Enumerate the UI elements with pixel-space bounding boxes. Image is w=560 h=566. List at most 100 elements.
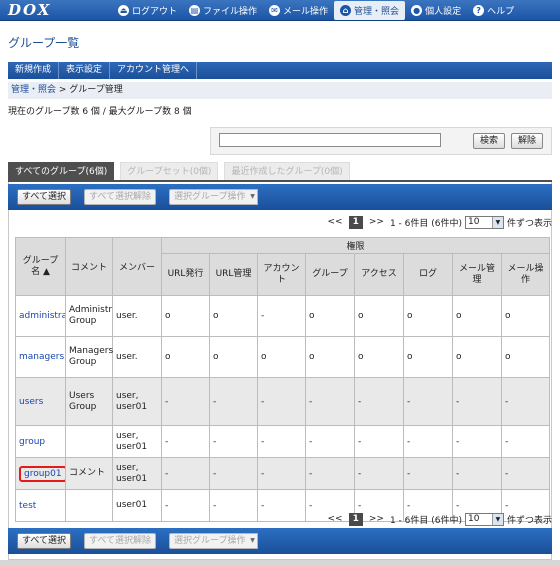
perm-cell: o (500, 295, 551, 337)
bottom-scroll-strip (0, 560, 560, 566)
pager-current-page[interactable]: 1 (348, 512, 363, 526)
chevron-down-icon[interactable]: ▼ (248, 533, 258, 549)
per-page-suffix: 件ずつ表示 (506, 515, 552, 526)
app-logo[interactable]: DOX (8, 1, 51, 19)
perm-cell: - (452, 457, 502, 490)
per-page-select[interactable]: 10 ▼ (464, 215, 504, 229)
perm-header: URL発行 (161, 253, 210, 296)
search-button[interactable]: 検索 (473, 133, 505, 149)
group-name-cell: managers (15, 336, 66, 378)
menu-account-manage[interactable]: アカウント管理へ (110, 62, 198, 79)
select-all-button[interactable]: すべて選択 (17, 189, 72, 205)
nav-admin[interactable]: ⌂ 管理・照会 (334, 1, 406, 20)
action-menu: 新規作成 表示設定 アカウント管理へ (8, 62, 552, 79)
col-header-members: メンバー (112, 237, 162, 296)
table-row: users Users Group user, user01 - - - - -… (15, 377, 551, 426)
user-icon: ● (411, 5, 423, 16)
perm-cell: - (161, 425, 210, 458)
nav-help[interactable]: ? ヘルプ (467, 0, 520, 21)
main-nav: ⏏ ログアウト ▤ ファイル操作 ✉ メール操作 ⌂ 管理・照会 ● 個人設定 … (112, 0, 520, 21)
tab-all-groups[interactable]: すべてのグループ(6個) (8, 162, 115, 180)
perm-cell: o (500, 336, 551, 378)
perm-cell: - (500, 457, 551, 490)
group-name-link[interactable]: administra (19, 311, 65, 321)
perm-cell: - (209, 489, 258, 522)
clear-button[interactable]: 解除 (511, 133, 543, 149)
perm-header: ログ (403, 253, 453, 296)
perm-cell: - (257, 489, 306, 522)
pager-prev[interactable]: << (328, 514, 343, 524)
group-operation-dropdown[interactable]: 選択グループ操作 (169, 189, 251, 205)
perm-cell: - (500, 425, 551, 458)
col-header-permissions: 権限 (160, 237, 551, 254)
nav-file-ops[interactable]: ▤ ファイル操作 (183, 0, 263, 21)
perm-cell: o (209, 336, 258, 378)
perm-cell: o (161, 336, 210, 378)
perm-header: メール操作 (500, 253, 551, 296)
search-area: 検索 解除 (210, 127, 552, 155)
help-icon: ? (473, 5, 485, 16)
col-header-group-name[interactable]: グループ名 ▲ (15, 237, 66, 296)
breadcrumb-link-admin[interactable]: 管理・照会 (11, 85, 56, 95)
perm-cell: - (209, 457, 258, 490)
perm-cell: - (305, 425, 355, 458)
members-cell: user01 (112, 489, 162, 522)
perm-cell: - (257, 457, 306, 490)
sort-asc-icon: ▲ (42, 266, 50, 277)
comment-cell: Administr Group (65, 295, 113, 337)
deselect-all-button[interactable]: すべて選択解除 (84, 533, 157, 549)
table-row: managers Managers Group user. o o o o o … (15, 336, 551, 378)
perm-header: グループ (305, 253, 355, 296)
perm-cell: - (452, 377, 502, 426)
per-page-select[interactable]: 10 ▼ (464, 512, 504, 526)
comment-cell: コメント (65, 457, 113, 490)
group-name-link[interactable]: group (19, 437, 45, 447)
group-name-link[interactable]: users (19, 397, 43, 407)
perm-header: URL管理 (209, 253, 258, 296)
perm-cell: - (452, 425, 502, 458)
pager-range: 1 - 6件目 (6件中) (389, 515, 462, 526)
tab-group-sets[interactable]: グループセット(0個) (120, 162, 219, 180)
perm-cell: - (209, 425, 258, 458)
chevron-down-icon[interactable]: ▼ (248, 189, 258, 205)
pager-current-page[interactable]: 1 (348, 215, 363, 229)
group-name-link-highlighted[interactable]: group01 (19, 465, 65, 482)
nav-personal-settings[interactable]: ● 個人設定 (405, 0, 467, 21)
nav-label: メール操作 (283, 7, 329, 17)
pager-prev[interactable]: << (328, 217, 343, 227)
perm-cell: - (305, 457, 355, 490)
perm-cell: o (209, 295, 258, 337)
menu-display-settings[interactable]: 表示設定 (59, 62, 111, 79)
perm-cell: - (305, 377, 355, 426)
nav-label: ファイル操作 (203, 7, 258, 17)
perm-cell: - (354, 457, 404, 490)
perm-cell: o (452, 295, 502, 337)
members-cell: user. (112, 295, 162, 337)
group-table: グループ名 ▲ コメント メンバー 権限 URL発行 URL管理 アカウント グ… (15, 237, 551, 522)
group-name-link[interactable]: managers (19, 352, 64, 362)
perm-cell: - (257, 425, 306, 458)
deselect-all-button[interactable]: すべて選択解除 (84, 189, 157, 205)
perm-header: アクセス (354, 253, 404, 296)
nav-logout[interactable]: ⏏ ログアウト (112, 0, 183, 21)
perm-cell: - (161, 377, 210, 426)
bottom-action-bar: すべて選択 すべて選択解除 選択グループ操作 ▼ (8, 528, 552, 554)
comment-cell (65, 489, 113, 522)
search-input[interactable] (219, 133, 441, 147)
pager-bottom: << 1 >> 1 - 6件目 (6件中) 10 ▼ 件ずつ表示 (328, 511, 552, 527)
perm-cell: - (257, 295, 306, 337)
group-operation-dropdown[interactable]: 選択グループ操作 (169, 533, 251, 549)
perm-cell: - (354, 425, 404, 458)
select-all-button[interactable]: すべて選択 (17, 533, 72, 549)
pager-next[interactable]: >> (369, 217, 384, 227)
pager-next[interactable]: >> (369, 514, 384, 524)
perm-cell: o (403, 295, 453, 337)
nav-mail-ops[interactable]: ✉ メール操作 (263, 0, 334, 21)
perm-cell: - (354, 377, 404, 426)
tab-recent-groups[interactable]: 最近作成したグループ(0個) (224, 162, 350, 180)
group-name-link[interactable]: test (19, 501, 36, 511)
top-action-bar: すべて選択 すべて選択解除 選択グループ操作 ▼ (8, 184, 552, 210)
menu-new[interactable]: 新規作成 (8, 62, 60, 79)
breadcrumb: 管理・照会 > グループ管理 (8, 82, 552, 99)
perm-header: メール管理 (452, 253, 502, 296)
